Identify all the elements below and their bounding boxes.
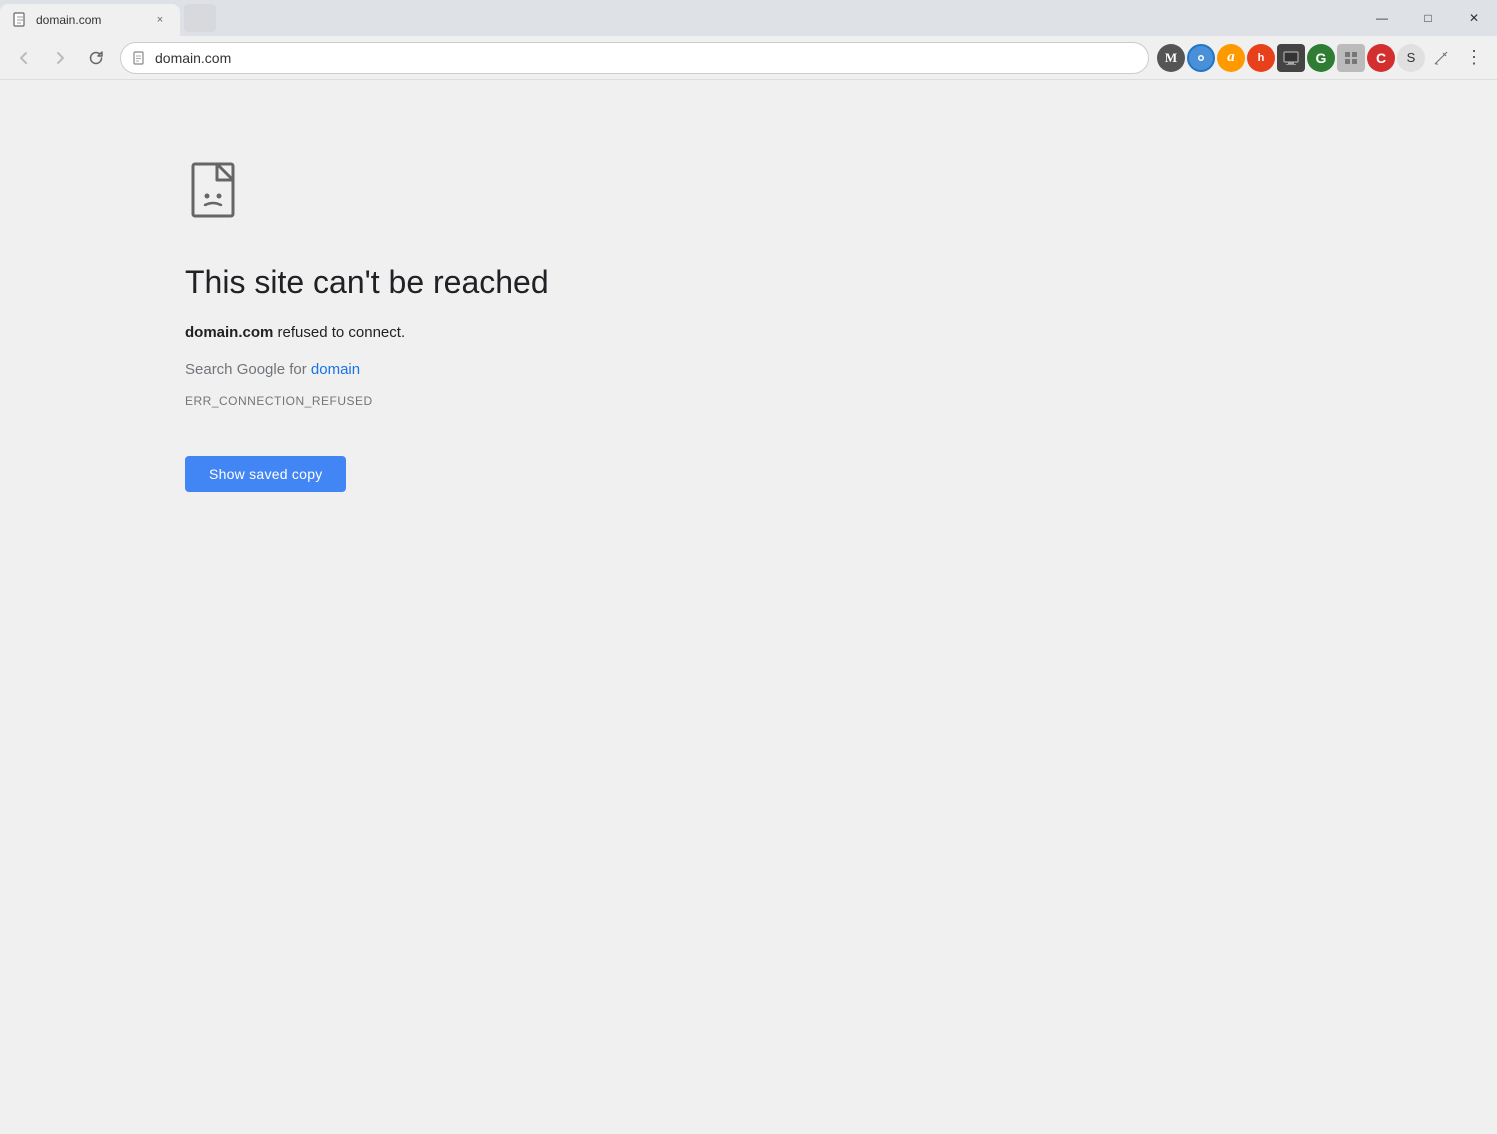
- back-button[interactable]: [8, 42, 40, 74]
- error-code: ERR_CONNECTION_REFUSED: [185, 394, 373, 408]
- minimize-button[interactable]: —: [1359, 0, 1405, 36]
- extension-screen[interactable]: [1277, 44, 1305, 72]
- reload-button[interactable]: [80, 42, 112, 74]
- title-bar: domain.com × — □ ✕: [0, 0, 1497, 36]
- browser-menu-button[interactable]: ⋮: [1459, 43, 1489, 72]
- tab-favicon-icon: [12, 12, 28, 28]
- address-text: domain.com: [155, 50, 1136, 66]
- tab-close-button[interactable]: ×: [152, 12, 168, 28]
- reload-icon: [87, 49, 105, 67]
- back-icon: [15, 49, 33, 67]
- extensions-area: M a h G: [1157, 44, 1455, 72]
- address-bar[interactable]: domain.com: [120, 42, 1149, 74]
- forward-icon: [51, 49, 69, 67]
- page-icon: [133, 51, 147, 65]
- extension-gray[interactable]: [1337, 44, 1365, 72]
- tab-strip: domain.com ×: [0, 0, 1359, 36]
- nav-bar: domain.com M a h G: [0, 36, 1497, 80]
- ext-gray-icon: [1343, 50, 1359, 66]
- browser-window: domain.com × — □ ✕: [0, 0, 1497, 1134]
- extension-s[interactable]: S: [1397, 44, 1425, 72]
- screen-icon: [1283, 51, 1299, 65]
- show-saved-copy-button[interactable]: Show saved copy: [185, 456, 346, 492]
- search-google-link[interactable]: domain: [311, 361, 360, 378]
- active-tab[interactable]: domain.com ×: [0, 4, 180, 36]
- error-subtitle: domain.com refused to connect.: [185, 321, 405, 345]
- extension-mega[interactable]: M: [1157, 44, 1185, 72]
- extension-pen[interactable]: [1427, 44, 1455, 72]
- extension-grammarly[interactable]: G: [1307, 44, 1335, 72]
- error-container: This site can't be reached domain.com re…: [185, 160, 549, 492]
- close-button[interactable]: ✕: [1451, 0, 1497, 36]
- error-search: Search Google for domain: [185, 361, 360, 378]
- extension-c[interactable]: C: [1367, 44, 1395, 72]
- maximize-button[interactable]: □: [1405, 0, 1451, 36]
- error-title: This site can't be reached: [185, 264, 549, 301]
- error-document-icon: [185, 160, 249, 224]
- extension-amazon[interactable]: a: [1217, 44, 1245, 72]
- error-page: This site can't be reached domain.com re…: [0, 80, 1497, 1134]
- extension-q[interactable]: [1187, 44, 1215, 72]
- window-controls: — □ ✕: [1359, 0, 1497, 36]
- ext-q-icon: [1194, 51, 1208, 65]
- error-subtitle-rest: refused to connect.: [273, 324, 405, 341]
- tab-area: domain.com ×: [0, 0, 216, 36]
- pen-icon: [1433, 50, 1449, 66]
- extension-honey[interactable]: h: [1247, 44, 1275, 72]
- tab-label: domain.com: [36, 13, 144, 27]
- forward-button[interactable]: [44, 42, 76, 74]
- error-domain: domain.com: [185, 324, 273, 341]
- search-prefix: Search Google for: [185, 361, 311, 378]
